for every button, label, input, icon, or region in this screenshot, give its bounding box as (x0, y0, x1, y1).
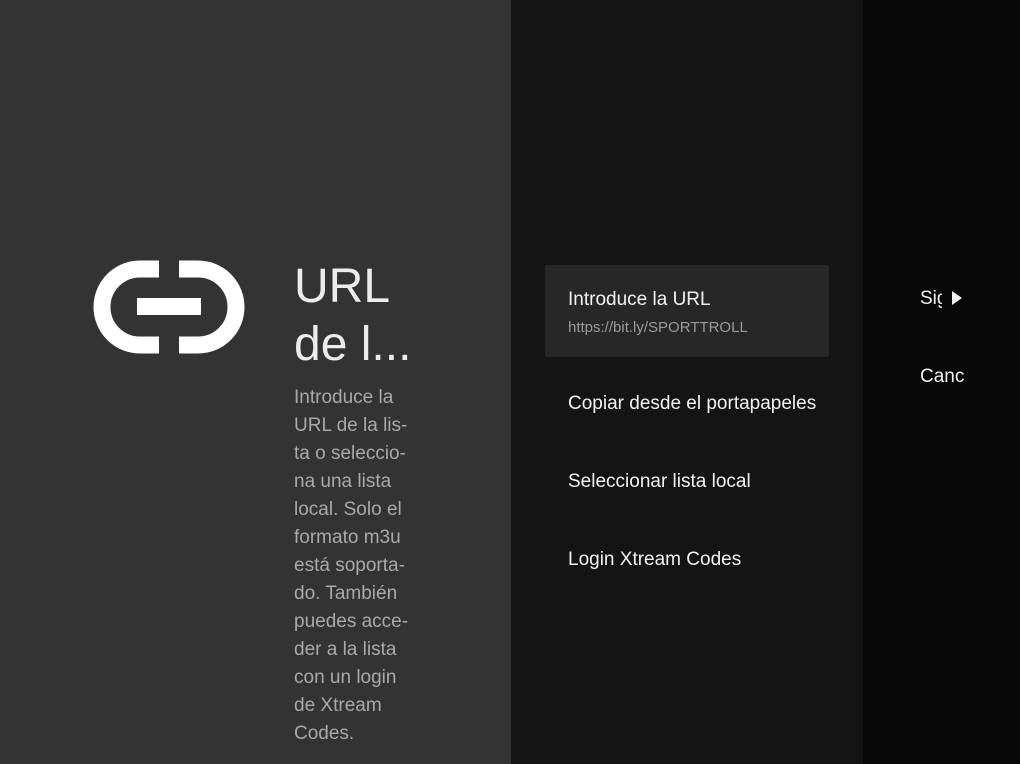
action-select-local-list[interactable]: Seleccionar lista local (545, 452, 829, 512)
buttons-column: Siguiente Cancelar (863, 0, 1020, 764)
action-login-xtream[interactable]: Login Xtream Codes (545, 530, 829, 590)
action-copy-clipboard[interactable]: Copiar desde el portapapeles (545, 374, 829, 434)
action-title: Introduce la URL (568, 289, 711, 310)
next-button[interactable]: Siguiente (920, 288, 942, 310)
guidance-description-line: con un login (294, 667, 397, 688)
guidance-description-line: formato m3u (294, 527, 401, 548)
guidance-description-line: do. También (294, 583, 398, 604)
action-description: https://bit.ly/SPORTTROLL (568, 319, 748, 336)
link-icon (93, 260, 245, 354)
guidance-description-line: puedes acce- (294, 611, 409, 632)
guidance-description-line: URL de la lis- (294, 415, 408, 436)
action-title: Copiar desde el portapapeles (568, 393, 817, 414)
guidance-description-line: Introduce la (294, 387, 394, 408)
guidance-description-line: Codes. (294, 723, 355, 744)
arrow-right-icon (952, 291, 962, 305)
guided-step-screen: URL de l... Introduce la URL de la lis- … (0, 0, 1020, 764)
guidance-description-line: está soporta- (294, 555, 405, 576)
guidance-description-line: de Xtream (294, 695, 382, 716)
guidance-title: URL de l... (294, 260, 412, 371)
action-title: Login Xtream Codes (568, 549, 742, 570)
guidance-description-line: local. Solo el (294, 499, 402, 520)
guidance-description: Introduce la URL de la lis- ta o selecci… (294, 384, 424, 748)
actions-list: Introduce la URL https://bit.ly/SPORTTRO… (511, 0, 863, 764)
cancel-button[interactable]: Cancelar (920, 366, 964, 388)
action-enter-url[interactable]: Introduce la URL https://bit.ly/SPORTTRO… (545, 265, 829, 357)
guidance-description-line: ta o seleccio- (294, 443, 406, 464)
guidance-description-line: der a la lista (294, 639, 397, 660)
guidance-panel: URL de l... Introduce la URL de la lis- … (0, 0, 511, 764)
action-title: Seleccionar lista local (568, 471, 751, 492)
guidance-description-line: na una lista (294, 471, 392, 492)
